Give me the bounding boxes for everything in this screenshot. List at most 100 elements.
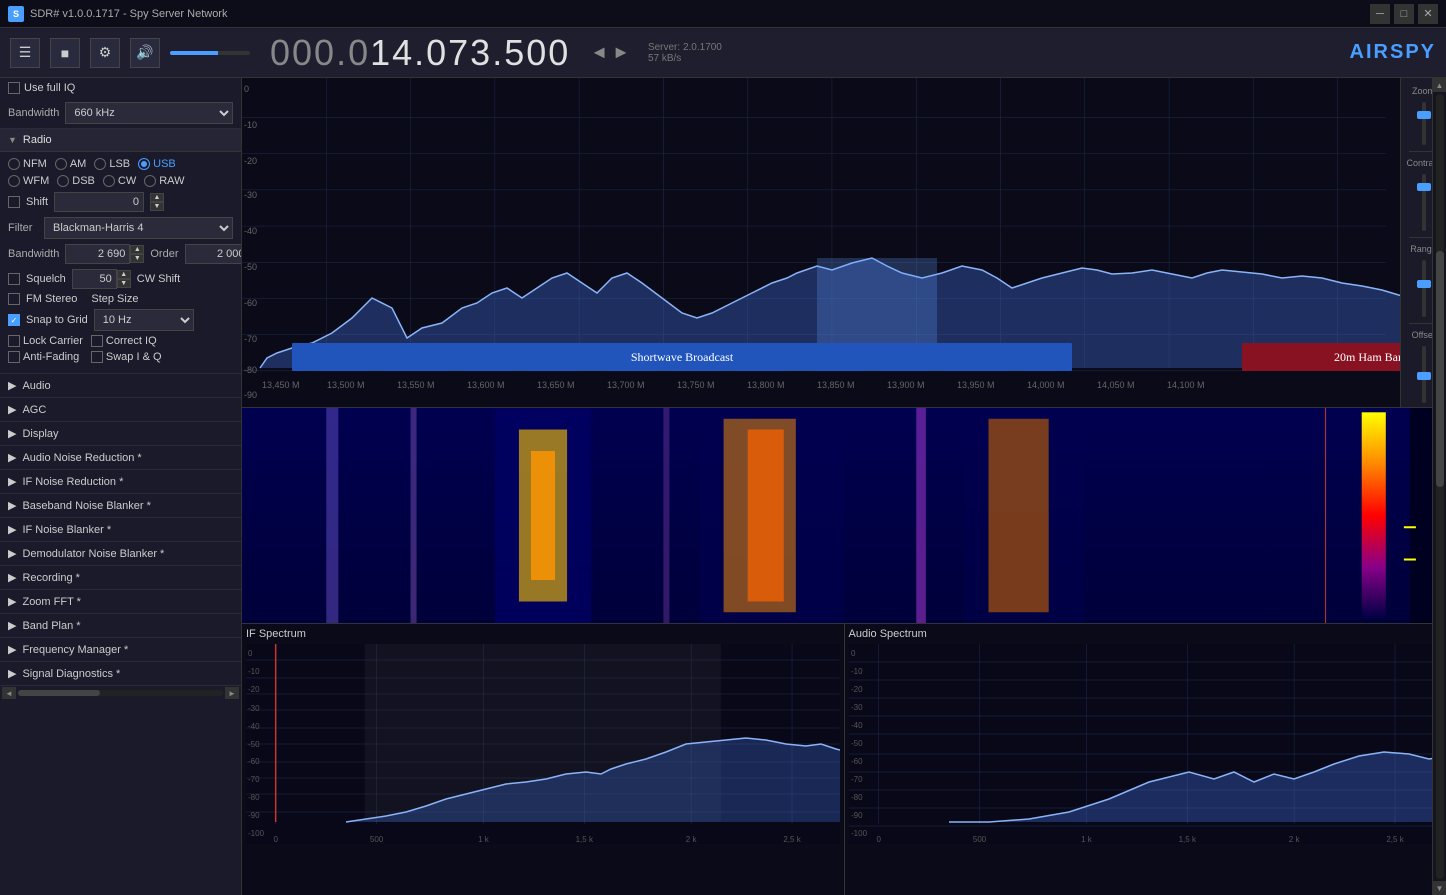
plugin-frequency-manager[interactable]: ▶ Frequency Manager * xyxy=(0,638,241,662)
plugin-band-plan[interactable]: ▶ Band Plan * xyxy=(0,614,241,638)
svg-text:0: 0 xyxy=(244,84,249,94)
right-panel: 0 -10 -20 -30 -40 -50 -60 -70 -80 -90 xyxy=(242,78,1446,895)
plugin-signal-diagnostics[interactable]: ▶ Signal Diagnostics * xyxy=(0,662,241,686)
v-scrollbar: ▲ ▼ xyxy=(1432,78,1446,895)
shift-input[interactable] xyxy=(54,192,144,212)
radio-raw[interactable]: RAW xyxy=(144,175,184,187)
lock-carrier-label: Lock Carrier xyxy=(23,335,83,347)
squelch-up[interactable]: ▲ xyxy=(117,270,131,279)
freq-right-arrow[interactable]: ► xyxy=(612,42,630,63)
radio-am[interactable]: AM xyxy=(55,158,87,170)
anti-fading-row: Anti-Fading xyxy=(8,351,83,363)
restore-button[interactable]: □ xyxy=(1394,4,1414,24)
shift-label: Shift xyxy=(26,196,48,208)
range-slider[interactable] xyxy=(1422,260,1426,317)
bw-down[interactable]: ▼ xyxy=(130,254,144,263)
squelch-checkbox[interactable] xyxy=(8,273,20,285)
order-input[interactable] xyxy=(185,244,243,264)
anti-fading-checkbox[interactable] xyxy=(8,351,20,363)
use-full-iq-checkbox[interactable] xyxy=(8,82,20,94)
plugin-display[interactable]: ▶ Display xyxy=(0,422,241,446)
plugin-baseband-noise-blanker[interactable]: ▶ Baseband Noise Blanker * xyxy=(0,494,241,518)
radio-circle-usb[interactable] xyxy=(138,158,150,170)
snap-checkbox[interactable] xyxy=(8,314,20,326)
snap-select[interactable]: 10 Hz 100 Hz 1 kHz xyxy=(94,309,194,331)
main-spectrum-svg: 0 -10 -20 -30 -40 -50 -60 -70 -80 -90 xyxy=(242,78,1446,407)
radio-circle-am[interactable] xyxy=(55,158,67,170)
radio-lsb[interactable]: LSB xyxy=(94,158,130,170)
squelch-down[interactable]: ▼ xyxy=(117,279,131,288)
settings-button[interactable]: ⚙ xyxy=(90,38,120,68)
radio-dsb[interactable]: DSB xyxy=(57,175,95,187)
shift-checkbox[interactable] xyxy=(8,196,20,208)
plugin-audio-noise-reduction[interactable]: ▶ Audio Noise Reduction * xyxy=(0,446,241,470)
swap-iq-label: Swap I & Q xyxy=(106,351,162,363)
radio-circle-nfm[interactable] xyxy=(8,158,20,170)
plugin-anr-label: Audio Noise Reduction * xyxy=(22,452,141,464)
bw-num-input[interactable] xyxy=(65,244,130,264)
bw-input-group: ▲ ▼ xyxy=(65,244,144,264)
svg-text:1 k: 1 k xyxy=(478,835,490,844)
scroll-up-btn[interactable]: ▲ xyxy=(1433,78,1446,92)
step-size-label: Step Size xyxy=(91,293,138,305)
squelch-input[interactable] xyxy=(72,269,117,289)
audio-button[interactable]: 🔊 xyxy=(130,38,160,68)
plugin-sd-label: Signal Diagnostics * xyxy=(22,668,120,680)
offset-slider[interactable] xyxy=(1422,346,1426,403)
plugin-rec-label: Recording * xyxy=(22,572,79,584)
radio-circle-cw[interactable] xyxy=(103,175,115,187)
bandwidth-select[interactable]: 660 kHz 1.2 MHz 2.4 MHz xyxy=(65,102,233,124)
scroll-down-btn[interactable]: ▼ xyxy=(1433,881,1446,895)
radio-section-header[interactable]: ▼ Radio xyxy=(0,129,241,152)
h-scroll-track[interactable] xyxy=(18,690,223,696)
plugin-bp-label: Band Plan * xyxy=(22,620,80,632)
svg-text:14,100 M: 14,100 M xyxy=(1167,380,1205,390)
contrast-slider[interactable] xyxy=(1422,174,1426,231)
plugin-audio-label: Audio xyxy=(22,380,50,392)
volume-slider[interactable] xyxy=(170,51,250,55)
extra-options: Lock Carrier Anti-Fading Correct IQ Swap xyxy=(8,335,233,363)
scroll-right-btn[interactable]: ► xyxy=(225,687,239,699)
swap-iq-checkbox[interactable] xyxy=(91,351,103,363)
radio-wfm[interactable]: WFM xyxy=(8,175,49,187)
radio-cw[interactable]: CW xyxy=(103,175,136,187)
plugin-agc[interactable]: ▶ AGC xyxy=(0,398,241,422)
shift-down[interactable]: ▼ xyxy=(150,202,164,211)
radio-circle-lsb[interactable] xyxy=(94,158,106,170)
radio-circle-raw[interactable] xyxy=(144,175,156,187)
close-button[interactable]: ✕ xyxy=(1418,4,1438,24)
radio-usb[interactable]: USB xyxy=(138,158,176,170)
plugin-recording[interactable]: ▶ Recording * xyxy=(0,566,241,590)
scroll-track[interactable] xyxy=(1436,94,1444,879)
menu-button[interactable]: ☰ xyxy=(10,38,40,68)
plugin-zoom-fft[interactable]: ▶ Zoom FFT * xyxy=(0,590,241,614)
lock-carrier-row: Lock Carrier xyxy=(8,335,83,347)
svg-text:-40: -40 xyxy=(244,226,257,236)
fm-stereo-row: FM Stereo Step Size xyxy=(8,293,233,305)
scroll-left-btn[interactable]: ◄ xyxy=(2,687,16,699)
squelch-row: Squelch ▲ ▼ CW Shift xyxy=(8,269,233,289)
freq-left-arrow[interactable]: ◄ xyxy=(590,42,608,63)
squelch-label: Squelch xyxy=(26,273,66,285)
radio-circle-dsb[interactable] xyxy=(57,175,69,187)
correct-iq-checkbox[interactable] xyxy=(91,335,103,347)
shift-up[interactable]: ▲ xyxy=(150,193,164,202)
svg-text:13,500 M: 13,500 M xyxy=(327,380,365,390)
radio-circle-wfm[interactable] xyxy=(8,175,20,187)
plugin-if-noise-reduction[interactable]: ▶ IF Noise Reduction * xyxy=(0,470,241,494)
stop-button[interactable]: ■ xyxy=(50,38,80,68)
plugin-if-noise-blanker[interactable]: ▶ IF Noise Blanker * xyxy=(0,518,241,542)
minimize-button[interactable]: ─ xyxy=(1370,4,1390,24)
fm-stereo-checkbox[interactable] xyxy=(8,293,20,305)
order-label: Order xyxy=(150,248,178,260)
plugin-audio[interactable]: ▶ Audio xyxy=(0,374,241,398)
radio-nfm[interactable]: NFM xyxy=(8,158,47,170)
lock-carrier-checkbox[interactable] xyxy=(8,335,20,347)
zoom-thumb xyxy=(1417,111,1431,119)
extra-col-2: Correct IQ Swap I & Q xyxy=(91,335,162,363)
zoom-slider[interactable] xyxy=(1422,102,1426,145)
filter-select[interactable]: Blackman-Harris 4 Hamming Hann xyxy=(44,217,233,239)
svg-text:-70: -70 xyxy=(851,775,863,784)
bw-up[interactable]: ▲ xyxy=(130,245,144,254)
plugin-demodulator-noise-blanker[interactable]: ▶ Demodulator Noise Blanker * xyxy=(0,542,241,566)
